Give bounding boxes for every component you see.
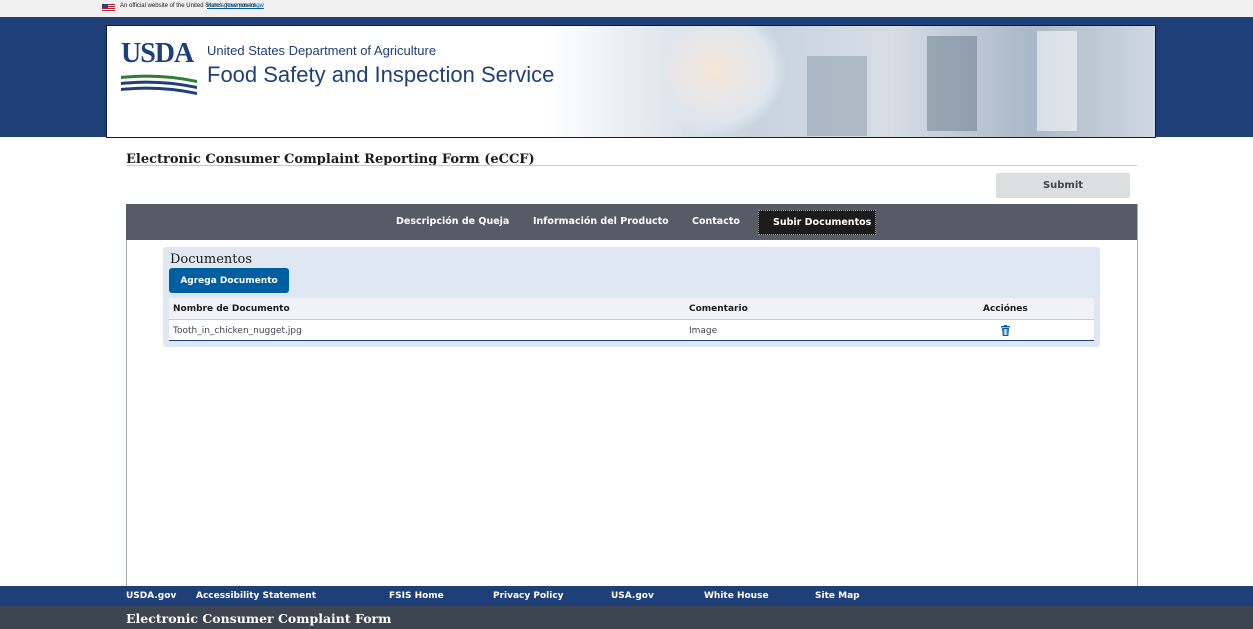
footer-bottom: Electronic Consumer Complaint Form <box>0 606 1253 629</box>
footer-links: USDA.gov Accessibility Statement FSIS Ho… <box>0 586 1253 606</box>
table-header: Nombre de Documento Comentario Acciónes <box>169 298 1094 320</box>
header-banner: USDA United States Department of Agricul… <box>106 25 1156 138</box>
footer-link-white-house[interactable]: White House <box>704 591 769 601</box>
agency-name: Food Safety and Inspection Service <box>207 62 555 87</box>
tab-contacto[interactable]: Contacto <box>692 216 740 227</box>
documents-heading: Documentos <box>170 252 253 267</box>
footer-link-usda-gov[interactable]: USDA.gov <box>126 591 176 601</box>
trash-icon[interactable] <box>1001 325 1010 336</box>
tab-descripcion-de-queja[interactable]: Descripción de Queja <box>396 216 509 227</box>
title-divider <box>126 165 1137 166</box>
tab-subir-documentos-label: Subir Documentos <box>773 217 872 228</box>
document-comment-cell: Image <box>689 326 718 336</box>
banner-photo-lab-scientist <box>667 26 787 137</box>
column-header-document-name: Nombre de Documento <box>173 304 290 314</box>
add-document-button[interactable]: Agrega Documento <box>169 268 289 293</box>
banner-photo-equipment <box>807 56 867 136</box>
usda-logo-text: USDA <box>121 38 194 69</box>
footer-title: Electronic Consumer Complaint Form <box>126 611 392 626</box>
us-flag-icon <box>102 4 115 12</box>
usda-logo[interactable]: USDA <box>121 38 197 98</box>
banner-photo-equipment <box>1037 31 1077 131</box>
document-name-cell: Tooth_in_chicken_nugget.jpg <box>173 326 302 336</box>
tab-informacion-del-producto[interactable]: Información del Producto <box>533 216 669 227</box>
gov-banner: An official website of the United States… <box>0 0 1253 17</box>
column-header-comment: Comentario <box>689 304 748 314</box>
usda-swoosh-icon <box>121 74 197 95</box>
site-header: USDA United States Department of Agricul… <box>0 17 1253 138</box>
footer-link-privacy-policy[interactable]: Privacy Policy <box>493 591 564 601</box>
submit-button[interactable]: Submit <box>996 173 1130 198</box>
footer-link-accessibility[interactable]: Accessibility Statement <box>196 591 316 601</box>
documents-table: Nombre de Documento Comentario Acciónes … <box>169 298 1094 341</box>
footer-link-usa-gov[interactable]: USA.gov <box>611 591 654 601</box>
footer-link-site-map[interactable]: Site Map <box>815 591 860 601</box>
chevron-down-icon[interactable]: ⌵ <box>255 1 261 11</box>
table-row: Tooth_in_chicken_nugget.jpg Image <box>169 320 1094 341</box>
form-tab-bar: Descripción de Queja Información del Pro… <box>126 204 1137 240</box>
banner-photo-equipment <box>927 36 977 131</box>
department-name: United States Department of Agriculture <box>207 43 437 58</box>
tab-subir-documentos[interactable]: Subir Documentos <box>758 210 876 235</box>
column-header-actions: Acciónes <box>983 304 1028 314</box>
footer-link-fsis-home[interactable]: FSIS Home <box>389 591 444 601</box>
